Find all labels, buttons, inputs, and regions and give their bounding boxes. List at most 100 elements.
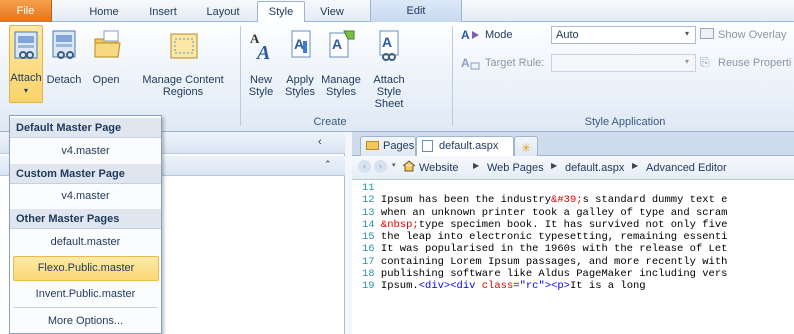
code-token: the leap into electronic typesetting, re… [380, 231, 728, 244]
forward-icon[interactable]: › [374, 160, 387, 173]
code-token: "rc" [519, 280, 545, 293]
svg-text:A: A [461, 56, 470, 70]
new-style-button[interactable]: A A New Style [244, 25, 278, 105]
code-token: ><p> [544, 280, 570, 293]
manage-styles-line2: Styles [326, 86, 356, 98]
code-line: 19 Ipsum.<div><div class="rc"><p>It is a… [362, 280, 794, 292]
breadcrumb-separator-icon: ▶ [632, 161, 639, 170]
line-number: 14 [362, 218, 381, 231]
reuse-properties-label: Reuse Properti [718, 57, 792, 69]
apply-styles-line2: Styles [285, 86, 315, 98]
code-line: 18 publishing software like Aldus PageMa… [362, 268, 794, 280]
new-style-icon: A A [250, 31, 270, 61]
code-line: 13 when an unknown printer took a galley… [362, 207, 794, 219]
target-rule-row: A Target Rule: [461, 54, 551, 72]
code-token: containing Lorem Ipsum passages, and mor… [380, 255, 728, 268]
tab-style[interactable]: Style [257, 1, 305, 23]
collapse-pane-icon[interactable]: ‹ [318, 136, 322, 148]
mode-select[interactable]: Auto ▾ [551, 26, 696, 44]
svg-text:A: A [255, 42, 270, 61]
mode-label-row: A Mode [461, 26, 541, 44]
line-number: 13 [362, 206, 381, 219]
svg-text:A: A [332, 36, 342, 52]
attach-style-sheet-line2: Style Sheet [374, 86, 404, 110]
code-line: 15 the leap into electronic typesetting,… [362, 231, 794, 243]
manage-styles-line1: Manage [321, 74, 361, 86]
svg-text:A: A [461, 28, 470, 42]
tab-view[interactable]: View [312, 2, 352, 22]
menu-header-default-master: Default Master Page [10, 118, 161, 138]
svg-text:A: A [382, 34, 392, 50]
apply-styles-button[interactable]: A Apply Styles [280, 25, 320, 105]
content-regions-icon [170, 33, 198, 59]
history-dropdown-icon[interactable]: ▾ [392, 161, 396, 169]
code-editor[interactable]: 11 12 Ipsum has been the industry&#39;s … [352, 180, 794, 334]
tab-edit[interactable]: Edit [370, 0, 462, 22]
mode-select-value: Auto [556, 29, 579, 41]
apply-styles-line1: Apply [286, 74, 314, 86]
tab-file[interactable]: File [0, 0, 52, 22]
open-folder-icon [94, 30, 121, 58]
attach-master-icon [14, 31, 38, 59]
tab-layout[interactable]: Layout [200, 2, 246, 22]
new-tab-button[interactable]: ✳ [514, 136, 538, 156]
code-token: It was popularised in the 1960s with the… [380, 243, 728, 256]
code-token: <div><div [418, 280, 482, 293]
reuse-properties-button[interactable]: ⎘ Reuse Properti [700, 54, 794, 72]
folder-icon [366, 141, 379, 150]
breadcrumb-item-web-pages[interactable]: Web Pages [487, 162, 544, 174]
line-number: 17 [362, 255, 381, 268]
apply-styles-icon: A [291, 30, 311, 58]
code-token: s standard dummy text e [582, 194, 728, 207]
ribbon-tab-bar: File Home Insert Layout Style View Edit [0, 0, 794, 23]
menu-item-invent-public-master[interactable]: Invent.Public.master [10, 282, 161, 307]
menu-item-more-options[interactable]: More Options... [10, 309, 161, 334]
tab-pages[interactable]: Pages [360, 136, 416, 156]
open-label: Open [92, 74, 120, 86]
document-tab-strip: Pages default.aspx ✳ [352, 132, 794, 156]
menu-item-default-v4-master[interactable]: v4.master [10, 139, 161, 164]
attach-label: Attach [10, 72, 42, 84]
detach-button[interactable]: Detach [44, 25, 84, 105]
mode-label: Mode [485, 29, 513, 41]
back-icon[interactable]: ‹ [358, 160, 371, 173]
code-token: &nbsp; [380, 218, 419, 231]
attach-style-sheet-icon: A [379, 30, 399, 61]
code-token: type specimen book. It has survived not … [418, 218, 728, 231]
attach-style-sheet-button[interactable]: A Attach Style Sheet [362, 25, 416, 110]
breadcrumb-item-advanced-editor[interactable]: Advanced Editor [646, 162, 727, 174]
target-rule-icon: A [461, 56, 480, 70]
open-button[interactable]: Open [86, 25, 126, 105]
new-page-icon: ✳ [521, 141, 532, 155]
tab-home[interactable]: Home [82, 2, 126, 22]
attach-dropdown-menu: Default Master Page v4.master Custom Mas… [9, 115, 162, 334]
breadcrumb-separator-icon: ▶ [473, 161, 480, 170]
attach-button[interactable]: Attach ▾ [9, 25, 43, 103]
breadcrumb-item-default-aspx[interactable]: default.aspx [565, 162, 624, 174]
code-token: Ipsum. [380, 280, 419, 293]
show-overlay-button[interactable]: Show Overlay [700, 26, 794, 44]
code-token: It is a long [570, 280, 646, 293]
menu-item-default-master[interactable]: default.master [10, 230, 161, 255]
breadcrumb: ‹ › ▾ Website ▶ Web Pages ▶ default.aspx… [352, 156, 794, 180]
aspx-file-icon [422, 140, 433, 152]
menu-header-other-masters: Other Master Pages [10, 209, 161, 229]
breadcrumb-item-website[interactable]: Website [419, 162, 459, 174]
create-group-label: Create [313, 116, 347, 128]
menu-item-custom-v4-master[interactable]: v4.master [10, 184, 161, 209]
tab-insert[interactable]: Insert [140, 2, 186, 22]
line-number: 18 [362, 268, 381, 281]
ribbon-separator [240, 26, 241, 126]
code-token: when an unknown printer took a galley of… [380, 206, 728, 219]
target-rule-select[interactable]: ▾ [551, 54, 696, 72]
code-token: &#39; [551, 194, 583, 207]
target-rule-label: Target Rule: [485, 57, 545, 69]
chevron-up-icon[interactable]: ⌃ [324, 159, 332, 170]
code-token: publishing software like Aldus PageMaker… [380, 268, 728, 281]
manage-styles-button[interactable]: A Manage Styles [320, 25, 362, 105]
manage-content-regions-button[interactable]: Manage Content Regions [128, 25, 238, 105]
menu-item-flexo-public-master[interactable]: Flexo.Public.master [13, 256, 159, 281]
chevron-down-icon: ▾ [685, 29, 690, 38]
tab-pages-label: Pages [383, 140, 415, 152]
tab-default-aspx[interactable]: default.aspx [416, 136, 514, 156]
